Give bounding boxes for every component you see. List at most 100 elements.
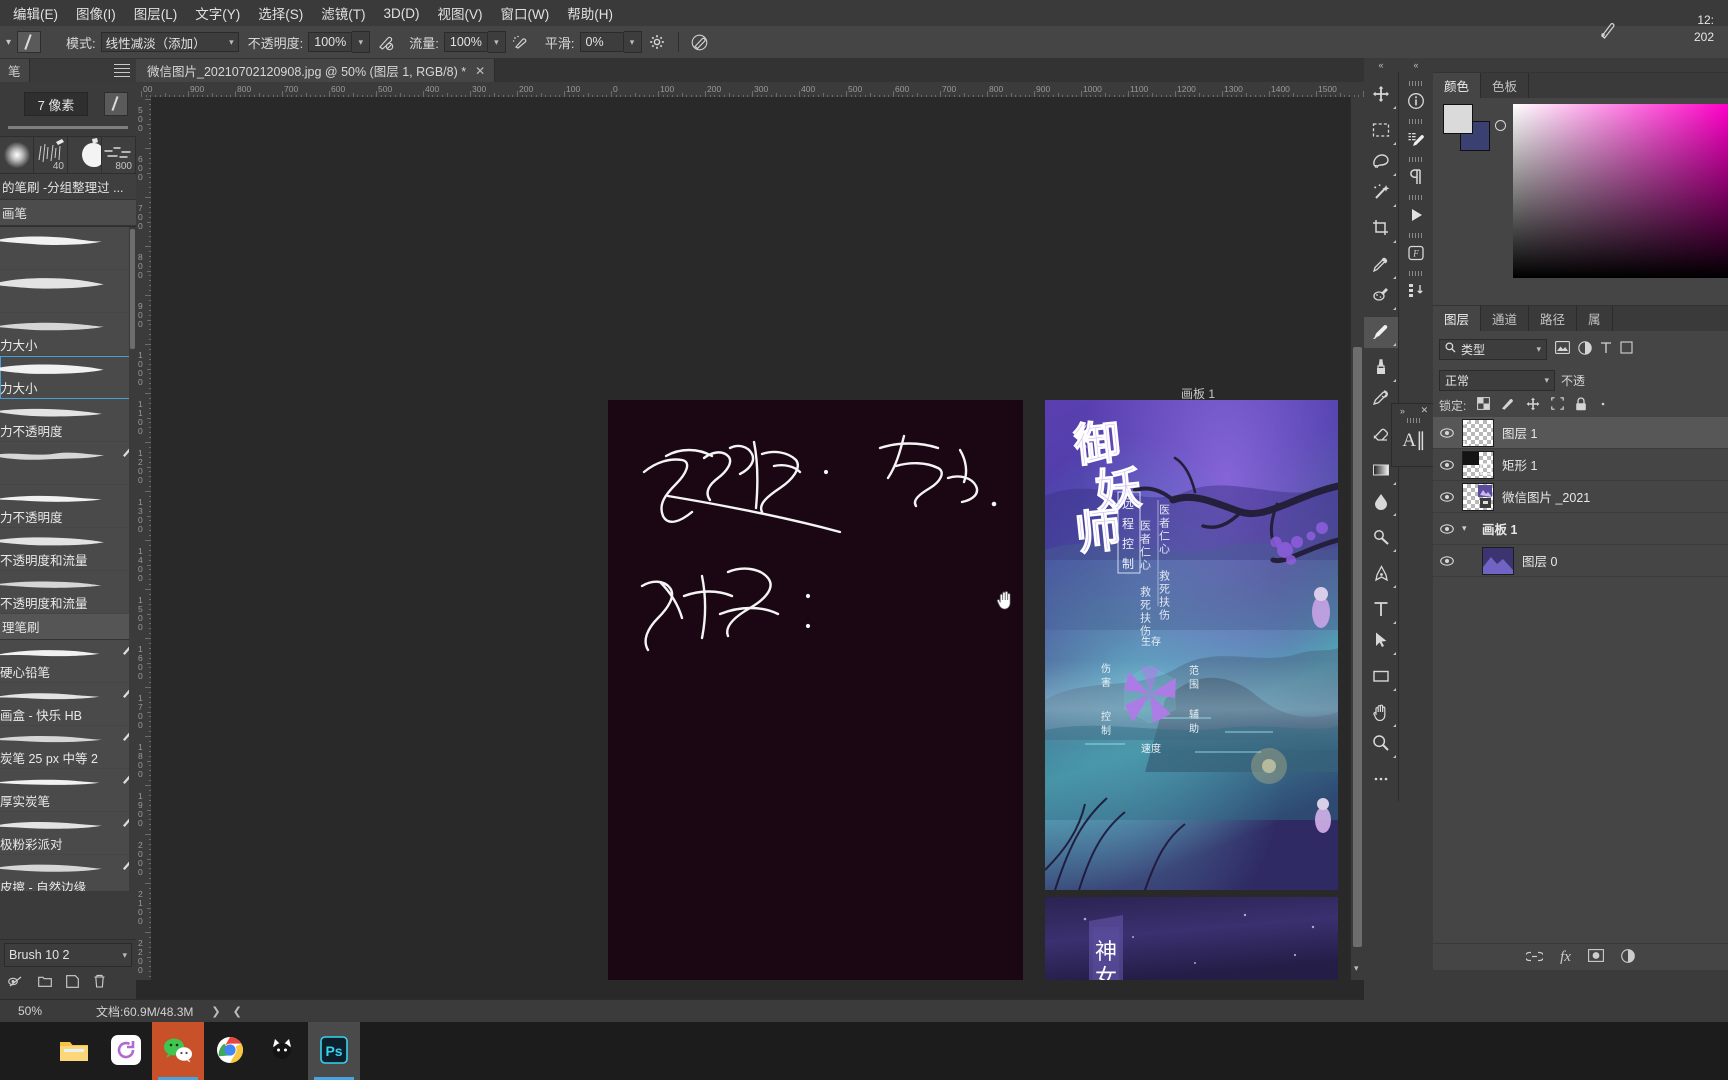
- chevron-left-icon[interactable]: ❮: [233, 1005, 242, 1018]
- layer-thumbnail[interactable]: [1462, 418, 1494, 447]
- secondary-tools-panel[interactable]: F: [1399, 72, 1434, 308]
- brush-list-item[interactable]: [0, 270, 136, 313]
- layer-visibility-icon[interactable]: [1439, 427, 1454, 438]
- current-brush-name[interactable]: Brush 10 2 ▾: [4, 943, 132, 967]
- brush-list-scroll-thumb[interactable]: [130, 229, 135, 349]
- tip-soft-round[interactable]: [0, 137, 34, 173]
- pressure-opacity-icon[interactable]: [374, 31, 396, 53]
- shape-tool[interactable]: [1364, 662, 1398, 693]
- tab-色板[interactable]: 色板: [1481, 73, 1530, 98]
- hand-tool[interactable]: [1364, 698, 1398, 729]
- brush-list-item[interactable]: 力大小: [0, 356, 136, 399]
- taskbar-item-browser-app[interactable]: [100, 1022, 152, 1080]
- layer-row[interactable]: 图层 1: [1433, 417, 1728, 449]
- menu-3d[interactable]: 3D(D): [375, 3, 429, 24]
- timeline-play-button[interactable]: [1399, 201, 1433, 232]
- history-panel-button[interactable]: [1399, 277, 1433, 308]
- filter-pixel-layers-icon[interactable]: [1555, 341, 1570, 357]
- toggle-brush-icon[interactable]: [8, 975, 24, 991]
- dodge-tool[interactable]: [1364, 523, 1398, 554]
- more-tools[interactable]: [1364, 765, 1398, 796]
- panel-grip[interactable]: [1399, 270, 1433, 277]
- tip-blob[interactable]: [68, 137, 102, 173]
- chevron-right-icon[interactable]: ❯: [211, 1005, 220, 1018]
- layer-visibility-icon[interactable]: [1439, 555, 1454, 566]
- brush-list-item[interactable]: [0, 442, 136, 485]
- brush-list-item[interactable]: 画盒 - 快乐 HB: [0, 683, 136, 726]
- brush-preset-picker[interactable]: [17, 31, 42, 53]
- chevron-down-icon[interactable]: ▾: [1354, 963, 1359, 974]
- healing-tool[interactable]: [1364, 281, 1398, 312]
- lock-image-icon[interactable]: [1501, 397, 1515, 413]
- tool-preset-chevron-icon[interactable]: ▾: [0, 37, 17, 48]
- menu-image[interactable]: 图像(I): [67, 0, 125, 26]
- layer-visibility-icon[interactable]: [1439, 459, 1454, 470]
- menu-edit[interactable]: 编辑(E): [4, 0, 67, 26]
- brush-list-item[interactable]: 力不透明度: [0, 399, 136, 442]
- canvas-viewport[interactable]: 画板 1 御 妖 师 医者仁心 救死扶伤 医者仁心 救死扶伤 远 程 控 制 生…: [151, 97, 1364, 980]
- tab-路径[interactable]: 路径: [1529, 306, 1578, 331]
- menu-layer[interactable]: 图层(L): [125, 0, 187, 26]
- zoom-tool[interactable]: [1364, 729, 1398, 760]
- move-tool[interactable]: [1364, 80, 1398, 111]
- filter-shape-layers-icon[interactable]: [1620, 341, 1633, 357]
- collapse-toolbar-icon[interactable]: «: [1364, 58, 1398, 72]
- start-button[interactable]: [0, 1022, 48, 1080]
- panel-grip[interactable]: [1399, 194, 1433, 201]
- symmetry-icon[interactable]: [689, 31, 711, 53]
- menu-type[interactable]: 文字(Y): [186, 0, 249, 26]
- filter-type-layers-icon[interactable]: [1600, 341, 1612, 357]
- taskbar-item-cat-app[interactable]: [256, 1022, 308, 1080]
- brush-list-item[interactable]: 极粉彩派对: [0, 812, 136, 855]
- menu-help[interactable]: 帮助(H): [558, 0, 622, 26]
- smoothing-input[interactable]: 0%: [579, 32, 624, 52]
- opacity-stepper[interactable]: ▾: [352, 31, 371, 53]
- pen-tool[interactable]: [1364, 559, 1398, 590]
- eyedropper-tool[interactable]: [1364, 250, 1398, 281]
- brush-list-item[interactable]: 硬心铅笔: [0, 640, 136, 683]
- tab-通道[interactable]: 通道: [1481, 306, 1530, 331]
- lock-transparent-icon[interactable]: [1477, 397, 1491, 413]
- layer-row[interactable]: 微信图片 _2021: [1433, 481, 1728, 513]
- color-spectrum-field[interactable]: [1513, 104, 1728, 278]
- brush-group-painting[interactable]: 画笔: [0, 200, 136, 226]
- gear-icon[interactable]: [646, 31, 668, 53]
- chevron-down-icon[interactable]: ▾: [1462, 523, 1474, 534]
- brush-list-item[interactable]: 厚实炭笔: [0, 769, 136, 812]
- adjustment-layer-icon[interactable]: [1621, 948, 1635, 966]
- marquee-tool[interactable]: [1364, 116, 1398, 147]
- color-swatches[interactable]: [1443, 104, 1490, 151]
- type-tool[interactable]: [1364, 595, 1398, 626]
- brush-list-item[interactable]: 不透明度和流量: [0, 571, 136, 614]
- airbrush-icon[interactable]: [510, 31, 532, 53]
- brush-list-item[interactable]: 皮擦 - 自然边缘: [0, 855, 136, 891]
- tip-dry[interactable]: 800: [102, 137, 136, 173]
- layer-thumbnail[interactable]: [1482, 546, 1514, 575]
- layer-row[interactable]: 矩形 1: [1433, 449, 1728, 481]
- layer-visibility-icon[interactable]: [1439, 523, 1454, 534]
- document-tab[interactable]: 微信图片_20210702120908.jpg @ 50% (图层 1, RGB…: [136, 59, 496, 82]
- brush-list-item[interactable]: 炭笔 25 px 中等 2: [0, 726, 136, 769]
- canvas-v-scroll-thumb[interactable]: [1353, 347, 1362, 947]
- blur-tool[interactable]: [1364, 487, 1398, 518]
- fx-icon[interactable]: fx: [1560, 949, 1571, 966]
- info-panel-button[interactable]: [1399, 87, 1433, 118]
- brush-settings-button[interactable]: [1399, 125, 1433, 156]
- tab-图层[interactable]: 图层: [1433, 306, 1482, 331]
- panel-grip[interactable]: [1392, 417, 1436, 424]
- system-clock[interactable]: 12: 202: [1694, 0, 1720, 58]
- panel-grip[interactable]: [1399, 156, 1433, 163]
- brush-tool[interactable]: [1364, 317, 1398, 348]
- path-select-tool[interactable]: [1364, 626, 1398, 657]
- layer-row[interactable]: 图层 0: [1433, 545, 1728, 577]
- brush-list-item[interactable]: 力大小: [0, 313, 136, 356]
- brush-size-input[interactable]: 7 像素: [24, 92, 88, 116]
- actions-panel-button[interactable]: F: [1399, 239, 1433, 270]
- ai-icon[interactable]: A∥: [1392, 424, 1436, 456]
- menu-window[interactable]: 窗口(W): [492, 0, 559, 26]
- brush-list-item[interactable]: 不透明度和流量: [0, 528, 136, 571]
- layer-row[interactable]: ▾ 画板 1: [1433, 513, 1728, 545]
- taskbar-item-file-explorer[interactable]: [48, 1022, 100, 1080]
- menu-select[interactable]: 选择(S): [249, 0, 312, 26]
- menu-filter[interactable]: 滤镜(T): [312, 0, 374, 26]
